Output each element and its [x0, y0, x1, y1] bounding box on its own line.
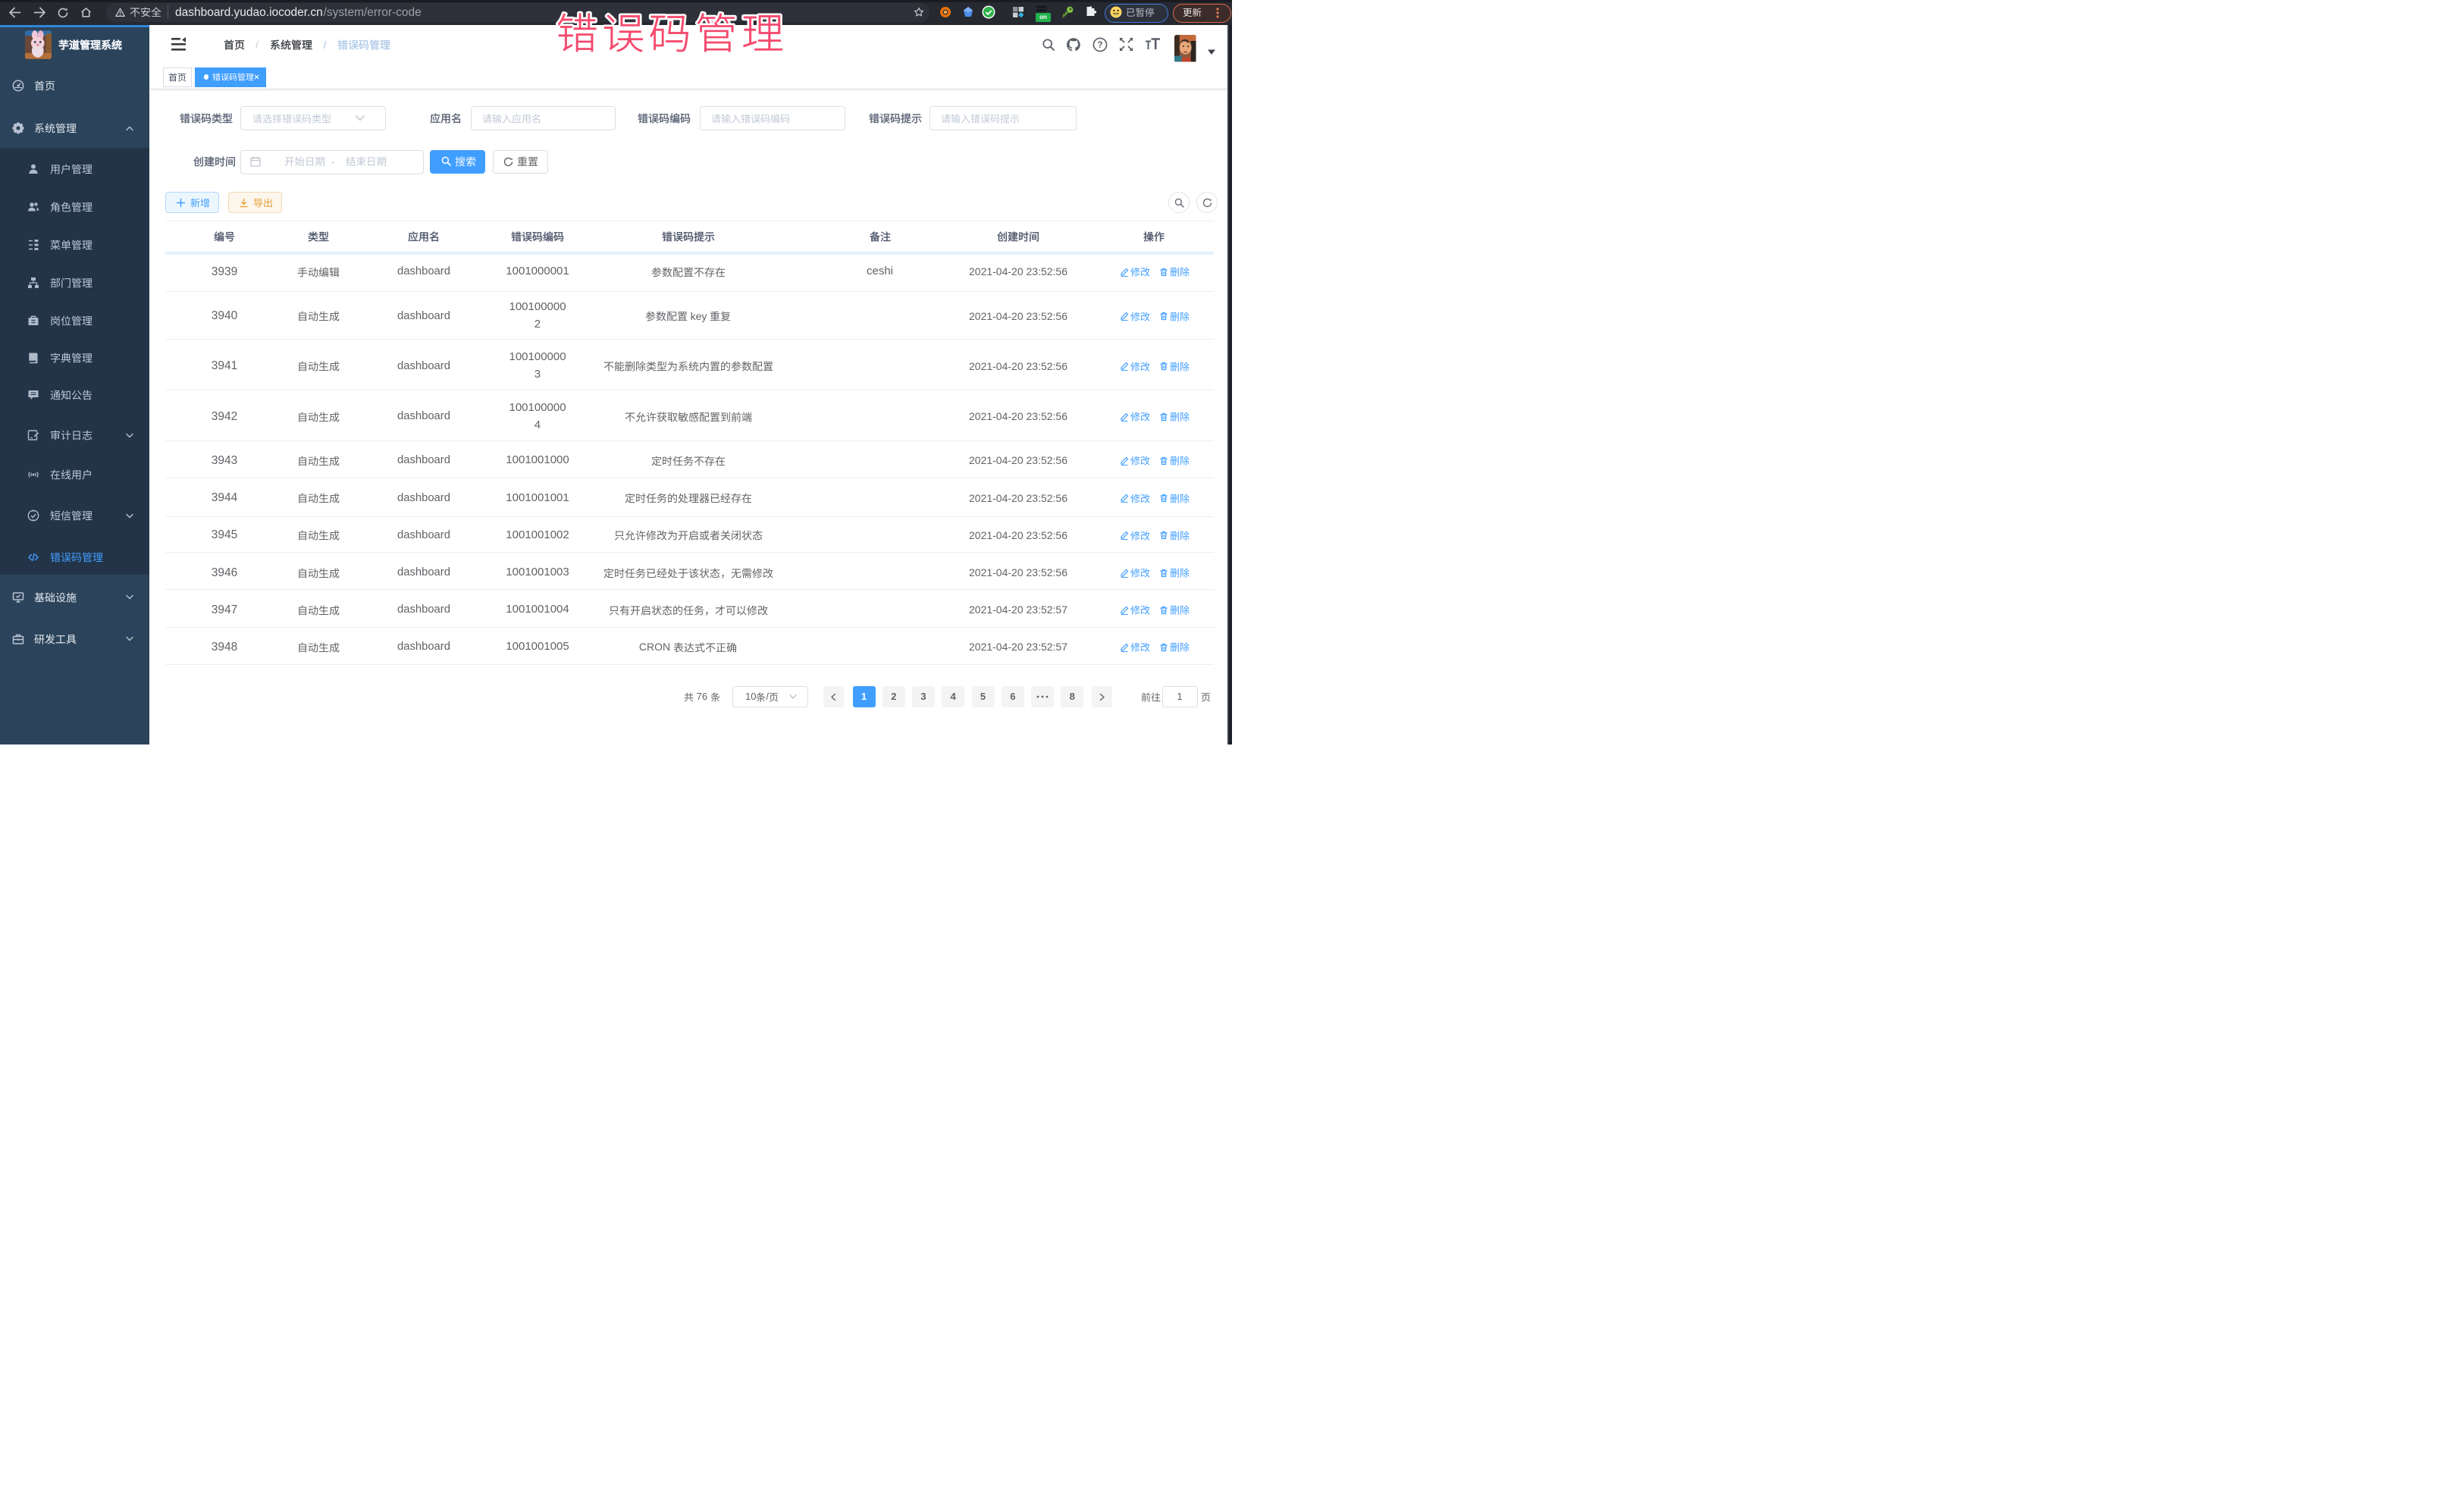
svg-text:?: ? [1097, 41, 1102, 50]
